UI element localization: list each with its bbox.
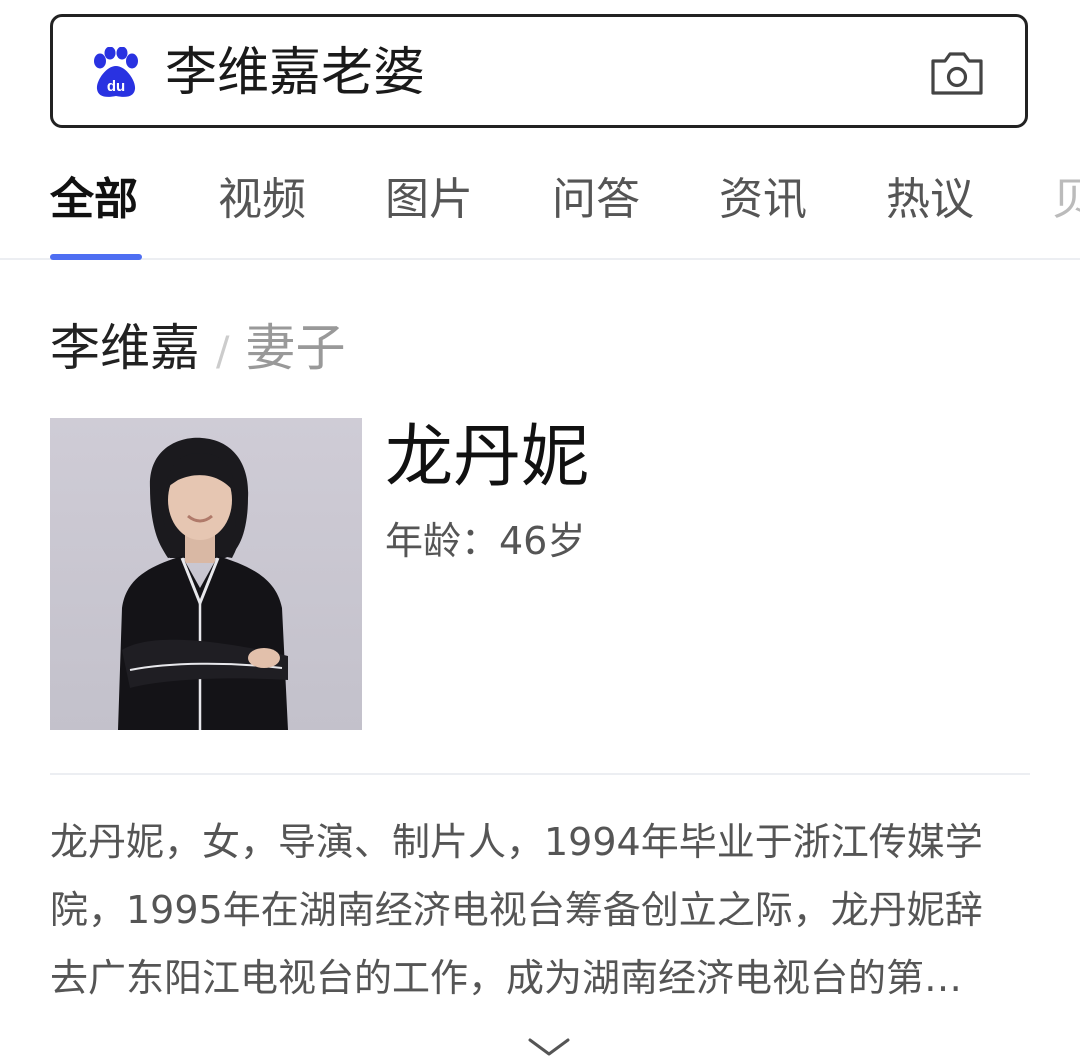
- description: 龙丹妮，女，导演、制片人，1994年毕业于浙江传媒学 院，1995年在湖南经济电…: [50, 808, 1040, 1012]
- person-name[interactable]: 龙丹妮: [385, 418, 589, 498]
- tab-video[interactable]: 视频: [218, 172, 306, 228]
- relation-label: 妻子: [245, 319, 346, 377]
- tab-images[interactable]: 图片: [385, 172, 473, 228]
- search-input[interactable]: 李维嘉老婆: [165, 41, 425, 105]
- chevron-down-icon[interactable]: [526, 1036, 572, 1058]
- svg-text:du: du: [107, 78, 125, 95]
- description-line: 去广东阳江电视台的工作，成为湖南经济电视台的第…: [50, 956, 963, 1000]
- tab-bar: 全部 视频 图片 问答 资讯 热议 贝: [0, 150, 1080, 260]
- person-age: 年龄：46岁: [385, 519, 586, 563]
- camera-icon[interactable]: [929, 47, 985, 99]
- person-photo[interactable]: [50, 418, 362, 730]
- tab-news[interactable]: 资讯: [719, 172, 807, 228]
- search-box[interactable]: du 李维嘉老婆: [50, 14, 1028, 128]
- section-divider: [50, 773, 1030, 775]
- person-photo-illustration: [50, 418, 362, 730]
- tab-more-partial[interactable]: 贝: [1052, 172, 1080, 228]
- active-tab-indicator: [50, 254, 142, 260]
- tab-qa[interactable]: 问答: [552, 172, 640, 228]
- subject-name[interactable]: 李维嘉: [50, 319, 200, 377]
- result-heading: 李维嘉 / 妻子: [50, 316, 345, 384]
- tab-discussion[interactable]: 热议: [886, 172, 974, 228]
- description-line: 龙丹妮，女，导演、制片人，1994年毕业于浙江传媒学: [50, 820, 983, 864]
- baidu-paw-icon: du: [94, 47, 138, 97]
- heading-separator: /: [216, 329, 230, 375]
- tab-all[interactable]: 全部: [50, 172, 138, 228]
- description-line: 院，1995年在湖南经济电视台筹备创立之际，龙丹妮辞: [50, 888, 983, 932]
